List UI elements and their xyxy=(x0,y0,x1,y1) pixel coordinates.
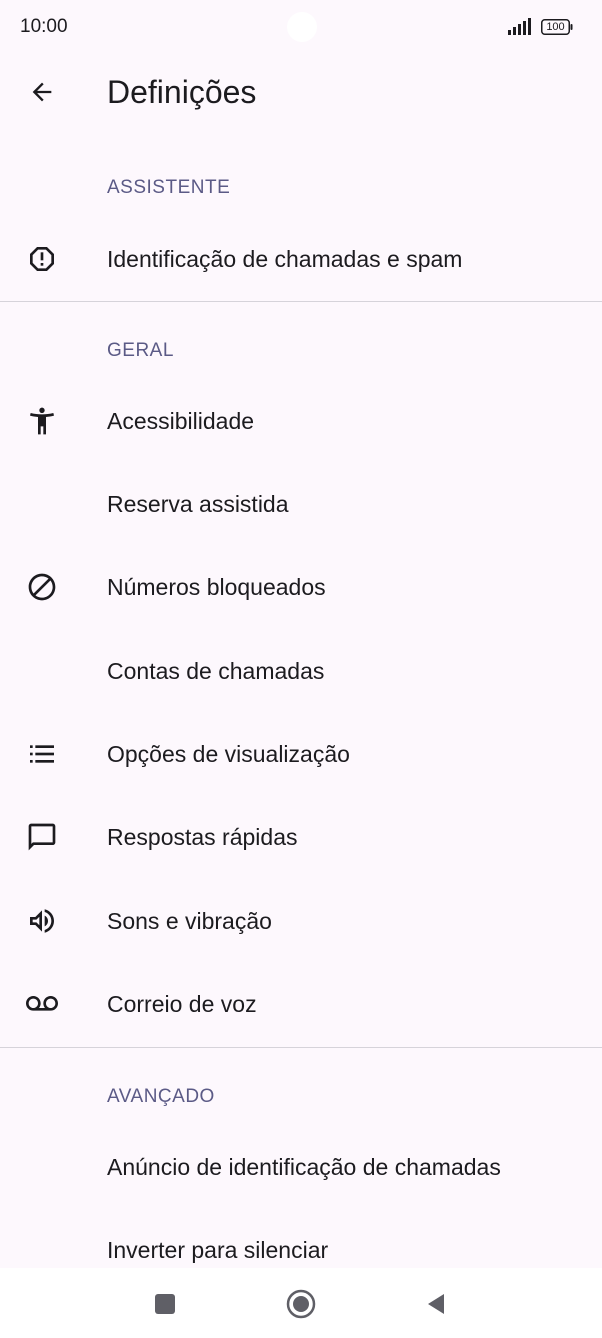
cellular-signal-icon xyxy=(508,18,531,35)
arrow-back-icon xyxy=(32,82,52,102)
recents-square-icon xyxy=(155,1294,175,1314)
settings-item-label: Correio de voz xyxy=(107,991,257,1017)
block-icon xyxy=(24,569,60,605)
alert-circle-icon xyxy=(24,241,60,277)
status-time: 10:00 xyxy=(20,16,68,37)
section-header-general: GERAL xyxy=(107,340,174,361)
home-button[interactable] xyxy=(279,1282,323,1326)
back-button[interactable] xyxy=(20,70,64,114)
settings-item-label: Contas de chamadas xyxy=(107,658,325,684)
settings-item-voicemail[interactable]: Correio de voz xyxy=(0,964,602,1044)
settings-item-display-options[interactable]: Opções de visualização xyxy=(0,714,602,794)
back-triangle-icon xyxy=(428,1294,444,1314)
app-bar: Definições xyxy=(0,56,602,128)
settings-item-label: Opções de visualização xyxy=(107,741,350,767)
nav-back-button[interactable] xyxy=(414,1282,458,1326)
settings-item-label: Acessibilidade xyxy=(107,408,255,434)
battery-level: 100 xyxy=(546,21,565,33)
settings-item-caller-id-spam[interactable]: Identificação de chamadas e spam xyxy=(0,219,602,299)
settings-item-label: Números bloqueados xyxy=(107,574,326,600)
system-navigation-bar xyxy=(0,1268,602,1338)
section-header-advanced: AVANÇADO xyxy=(107,1086,215,1107)
chat-bubble-icon xyxy=(24,819,60,855)
recents-button[interactable] xyxy=(143,1282,187,1326)
settings-item-blocked-numbers[interactable]: Números bloqueados xyxy=(0,547,602,627)
settings-item-assisted-dialing[interactable]: Reserva assistida xyxy=(0,464,602,544)
divider xyxy=(0,1047,602,1048)
camera-cutout xyxy=(287,12,317,42)
settings-item-label: Anúncio de identificação de chamadas xyxy=(107,1154,501,1180)
divider xyxy=(0,301,602,302)
accessibility-icon xyxy=(24,403,60,439)
list-icon xyxy=(24,736,60,772)
page-title: Definições xyxy=(107,74,257,110)
settings-item-sounds-vibration[interactable]: Sons e vibração xyxy=(0,881,602,961)
status-bar: 10:00 100 xyxy=(0,0,602,56)
settings-item-calling-accounts[interactable]: Contas de chamadas xyxy=(0,631,602,711)
section-header-assistant: ASSISTENTE xyxy=(107,177,231,198)
battery-indicator: 100 xyxy=(541,19,573,35)
settings-item-accessibility[interactable]: Acessibilidade xyxy=(0,381,602,461)
settings-item-caller-id-announcement[interactable]: Anúncio de identificação de chamadas xyxy=(0,1127,602,1207)
settings-item-label: Sons e vibração xyxy=(107,908,272,934)
settings-item-label: Reserva assistida xyxy=(107,491,289,517)
settings-item-quick-responses[interactable]: Respostas rápidas xyxy=(0,797,602,877)
settings-item-label: Respostas rápidas xyxy=(107,824,298,850)
voicemail-icon xyxy=(24,986,60,1022)
volume-icon xyxy=(24,903,60,939)
home-circle-icon xyxy=(286,1289,316,1319)
settings-item-label: Identificação de chamadas e spam xyxy=(107,246,463,272)
